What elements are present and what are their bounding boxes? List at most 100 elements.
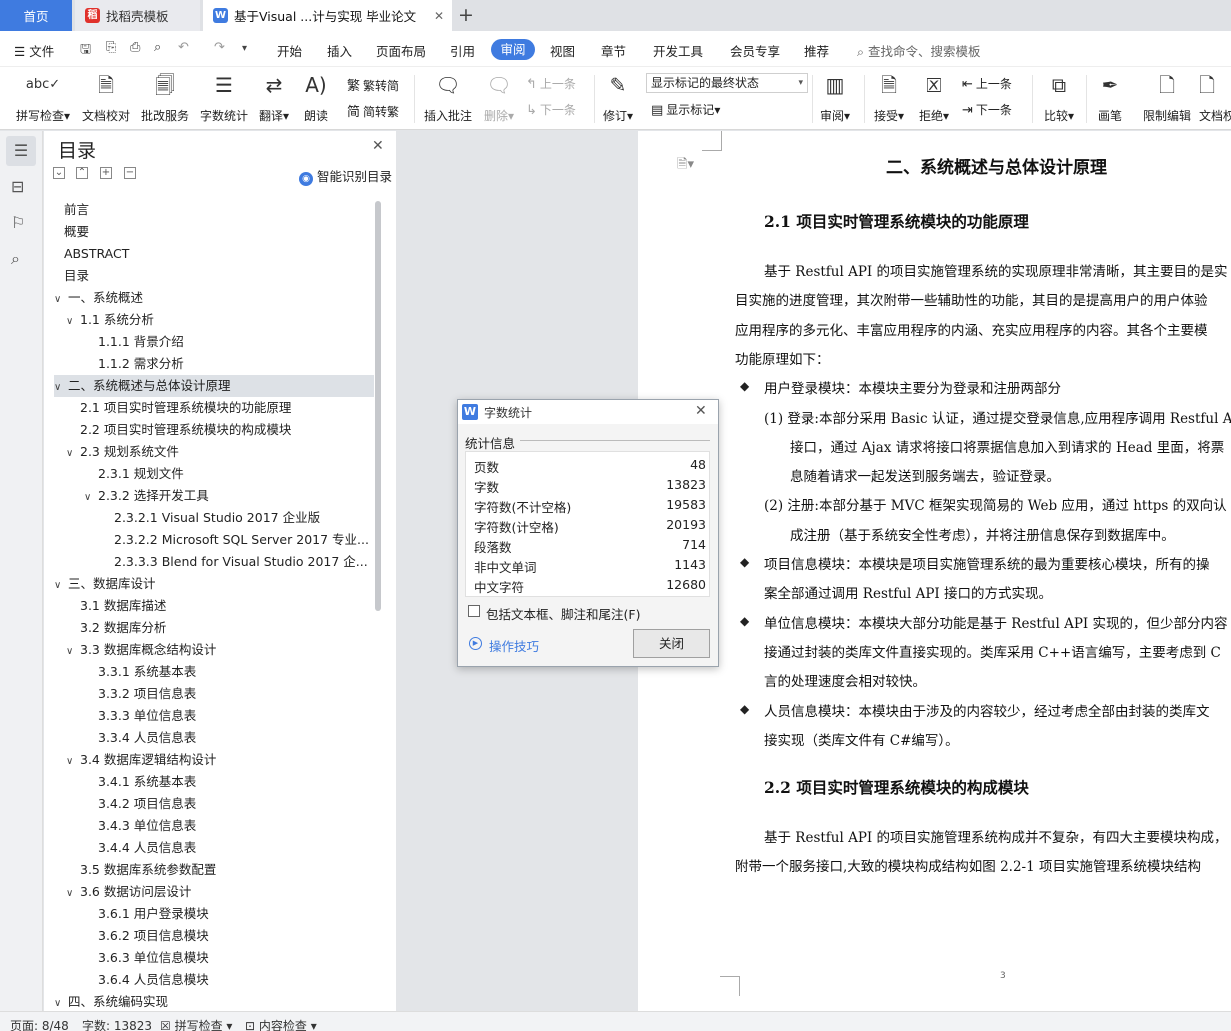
menu-view[interactable]: 视图 [550,41,575,60]
toc-item[interactable]: 概要 [54,221,374,243]
toc-item[interactable]: 3.4.2 项目信息表 [54,793,374,815]
toc-item[interactable]: 3.4.3 单位信息表 [54,815,374,837]
toc-item[interactable]: 3.2 数据库分析 [54,617,374,639]
next-change-button[interactable]: ⇥ 下一条 [962,101,1012,118]
undo-icon[interactable]: ↶ [178,40,189,55]
print-icon[interactable]: ⎙ [130,40,140,55]
toc-item[interactable]: 前言 [54,199,374,221]
toc-item[interactable]: ∨ 3.4 数据库逻辑结构设计 [54,749,374,771]
smart-toc-button[interactable]: ◉ 智能识别目录 [299,166,392,186]
dialog-titlebar[interactable]: W 字数统计 ✕ [458,400,718,424]
tab-docer-templates[interactable]: 稻 找稻壳模板 [75,0,200,31]
document-page[interactable]: 🗎▾ 二、系统概述与总体设计原理 2.1 项目实时管理系统模块的功能原理 基于 R… [638,131,1231,1011]
toc-item[interactable]: 3.4.1 系统基本表 [54,771,374,793]
chevron-down-icon[interactable]: ∨ [54,575,68,595]
traditional-to-simplified-button[interactable]: 繁繁转简 [347,75,399,94]
command-search[interactable]: ⌕ 查找命令、搜索模板 [857,41,981,60]
toc-item[interactable]: 3.3.3 单位信息表 [54,705,374,727]
chevron-down-icon[interactable]: ▾ [242,43,247,54]
toc-item[interactable]: 2.3.2.1 Visual Studio 2017 企业版 [54,507,374,529]
toc-item[interactable]: 2.2 项目实时管理系统模块的构成模块 [54,419,374,441]
close-icon[interactable]: ✕ [434,9,444,23]
show-markup-button[interactable]: ▤ 显示标记▾ [651,101,720,118]
read-aloud-button[interactable]: A) 朗读 [300,70,332,124]
menu-home[interactable]: 开始 [277,41,302,60]
toc-item[interactable]: 2.3.2.2 Microsoft SQL Server 2017 专业... [54,529,374,551]
toc-item[interactable]: 3.3.1 系统基本表 [54,661,374,683]
chevron-down-icon[interactable]: ∨ [84,487,98,507]
include-textbox-footnotes-label[interactable]: 包括文本框、脚注和尾注(F) [486,604,640,623]
translate-button[interactable]: ⇄ 翻译▾ [256,70,292,124]
ink-button[interactable]: ✒ 画笔 [1094,70,1126,124]
toc-item[interactable]: ∨ 三、数据库设计 [54,573,374,595]
toc-item[interactable]: 3.6.1 用户登录模块 [54,903,374,925]
close-icon[interactable]: ✕ [372,138,384,154]
save-icon[interactable]: 🖫 [80,40,91,62]
toc-item[interactable]: ABSTRACT [54,243,374,265]
page-indicator[interactable]: 页面: 8/48 [10,1017,69,1031]
redo-icon[interactable]: ↷ [214,40,225,55]
toc-item[interactable]: ∨ 3.6 数据访问层设计 [54,881,374,903]
menu-developer[interactable]: 开发工具 [653,41,703,60]
toc-item[interactable]: ∨ 2.3 规划系统文件 [54,441,374,463]
previous-change-button[interactable]: ⇤ 上一条 [962,75,1012,92]
word-count-button[interactable]: ☰ 字数统计 [198,70,250,124]
accept-button[interactable]: 🗎 接受▾ [870,70,908,124]
add-heading-icon[interactable]: + [100,167,112,179]
chevron-down-icon[interactable]: ∨ [54,993,68,1011]
content-check-status[interactable]: ⊡ 内容检查 ▾ [245,1017,317,1031]
new-tab-icon[interactable]: + [458,4,474,26]
toc-item[interactable]: 1.1.1 背景介绍 [54,331,374,353]
menu-chapter[interactable]: 章节 [601,41,626,60]
track-changes-button[interactable]: ✎ 修订▾ [600,70,636,124]
print-preview-icon[interactable]: ⌕ [154,40,161,55]
toc-item[interactable]: ∨ 1.1 系统分析 [54,309,374,331]
export-pdf-icon[interactable]: ⎘ [106,40,116,55]
toc-item[interactable]: ∨ 一、系统概述 [54,287,374,309]
toc-item[interactable]: 1.1.2 需求分析 [54,353,374,375]
toc-item[interactable]: 2.1 项目实时管理系统模块的功能原理 [54,397,374,419]
toc-icon[interactable]: ☰ [6,136,36,166]
menu-review[interactable]: 审阅 [491,39,535,60]
close-icon[interactable]: ✕ [695,403,707,419]
toc-item[interactable]: 3.3.2 项目信息表 [54,683,374,705]
menu-recommend[interactable]: 推荐 [804,41,829,60]
page-layout-icon[interactable]: 🗎▾ [677,155,694,177]
toc-item[interactable]: 2.3.3.3 Blend for Visual Studio 2017 企..… [54,551,374,573]
bookmark-icon[interactable]: ⚐ [11,213,25,232]
toc-item[interactable]: 3.6.4 人员信息模块 [54,969,374,991]
markup-display-select[interactable]: 显示标记的最终状态 ▾ [646,73,808,93]
chapter-nav-icon[interactable]: ⊟ [11,177,24,196]
insert-comment-button[interactable]: 🗨 插入批注 [422,70,474,124]
toc-item[interactable]: ∨ 四、系统编码实现 [54,991,374,1011]
correction-service-button[interactable]: 🗐 批改服务 [140,70,190,124]
chevron-down-icon[interactable]: ∨ [66,443,80,463]
toc-scrollbar[interactable] [375,201,381,611]
word-count-indicator[interactable]: 字数: 13823 [82,1017,152,1031]
reject-button[interactable]: 🗵 拒绝▾ [915,70,953,124]
previous-comment-button[interactable]: ↰ 上一条 [526,75,576,92]
next-comment-button[interactable]: ↳ 下一条 [526,101,576,118]
chevron-down-icon[interactable]: ∨ [54,289,68,309]
collapse-all-icon[interactable]: ⌄ [53,167,65,179]
menu-member[interactable]: 会员专享 [730,41,780,60]
chevron-down-icon[interactable]: ∨ [66,883,80,903]
review-pane-button[interactable]: ▥ 审阅▾ [816,70,854,124]
toc-item[interactable]: 目录 [54,265,374,287]
expand-up-icon[interactable]: ⌃ [76,167,88,179]
toc-item[interactable]: 3.4.4 人员信息表 [54,837,374,859]
simplified-to-traditional-button[interactable]: 简简转繁 [347,101,399,120]
close-button[interactable]: 关闭 [633,629,710,658]
menu-references[interactable]: 引用 [450,41,475,60]
toc-item[interactable]: 3.1 数据库描述 [54,595,374,617]
toc-item[interactable]: 3.3.4 人员信息表 [54,727,374,749]
chevron-down-icon[interactable]: ∨ [66,311,80,331]
proofread-button[interactable]: 🗎 文档校对 [80,70,132,124]
chevron-down-icon[interactable]: ∨ [66,751,80,771]
toc-item[interactable]: ∨ 2.3.2 选择开发工具 [54,485,374,507]
toc-item[interactable]: 3.6.3 单位信息模块 [54,947,374,969]
document-permission-button[interactable]: 🗋 文档权 [1199,70,1231,124]
toc-item[interactable]: 3.5 数据库系统参数配置 [54,859,374,881]
spell-check-button[interactable]: abc✓ 拼写检查▾ [12,70,74,124]
menu-file[interactable]: ☰ 文件 [14,41,54,60]
